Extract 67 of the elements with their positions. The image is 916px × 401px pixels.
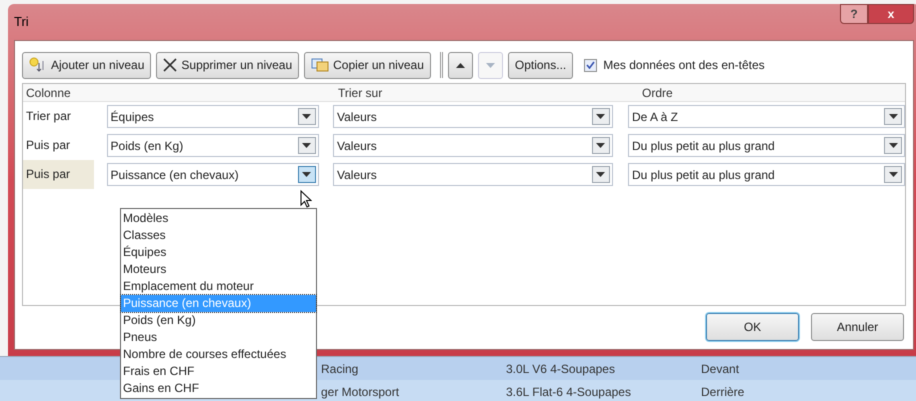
sheet-cell-text: 3.0L V6 4-Soupapes [506, 360, 616, 378]
dropdown-option[interactable]: Nombre de courses effectuées [121, 346, 316, 363]
dropdown-option[interactable]: Équipes [121, 244, 316, 261]
down-arrow-icon [888, 143, 898, 148]
dropdown-button[interactable] [592, 108, 610, 125]
close-button[interactable]: x [868, 4, 914, 24]
copy-icon [311, 58, 330, 72]
column-header: Colonne [25, 85, 72, 101]
order-combo[interactable]: De A à Z [628, 105, 906, 128]
dropdown-button[interactable] [298, 108, 316, 125]
sheet-cell-text: Racing [321, 360, 360, 378]
dropdown-button[interactable] [298, 166, 316, 183]
dropdown-button[interactable] [884, 108, 902, 125]
toolbar-button[interactable]: Options... [508, 52, 574, 78]
column-header: Trier sur [338, 85, 384, 101]
checkbox[interactable] [584, 58, 598, 72]
down-arrow-icon [486, 62, 495, 68]
toolbar-separator [440, 52, 443, 78]
dropdown-button[interactable] [592, 137, 610, 154]
window-title: Tri [14, 13, 29, 32]
down-arrow-icon [596, 143, 606, 148]
dropdown-option[interactable]: Moteurs [121, 261, 316, 278]
dropdown-button[interactable] [884, 166, 902, 183]
cancel-button[interactable]: Annuler [811, 313, 904, 341]
column-combo[interactable]: Équipes [106, 105, 319, 128]
dropdown-button[interactable] [298, 137, 316, 154]
up-arrow-icon [456, 62, 465, 68]
sheet-cell-text: Devant [701, 360, 740, 378]
row-label: Puis par [25, 137, 72, 154]
dropdown-option[interactable]: Gains en CHF [121, 380, 316, 397]
down-arrow-icon [888, 172, 898, 177]
dropdown-button[interactable] [592, 166, 610, 183]
down-arrow-icon [302, 114, 312, 119]
checkbox-label: Mes données ont des en-têtes [603, 57, 765, 74]
row-label: Trier par [25, 108, 72, 125]
sort-on-combo[interactable]: Valeurs [332, 134, 613, 157]
help-button[interactable]: ? [840, 4, 868, 24]
dropdown-option[interactable]: Poids (en Kg) [121, 312, 316, 329]
sort-on-combo[interactable]: Valeurs [332, 105, 613, 128]
sheet-cell-text: ger Motorsport [321, 384, 400, 400]
delete-icon [163, 58, 178, 72]
down-arrow-icon [596, 114, 606, 119]
dropdown-option[interactable]: Emplacement du moteur [121, 278, 316, 295]
order-combo[interactable]: Du plus petit au plus grand [628, 134, 906, 157]
toolbar-button[interactable]: Supprimer un niveau [156, 52, 300, 78]
column-combo[interactable]: Poids (en Kg) [106, 134, 319, 157]
row-label: Puis par [23, 160, 94, 189]
sort-on-combo[interactable]: Valeurs [332, 163, 613, 186]
column-header: Ordre [641, 85, 673, 101]
order-combo[interactable]: Du plus petit au plus grand [628, 163, 906, 186]
toolbar-button[interactable]: Copier un niveau [304, 52, 431, 78]
sheet-cell-text: 3.6L Flat-6 4-Soupapes [506, 384, 632, 400]
down-arrow-icon [302, 143, 312, 148]
dropdown-option[interactable]: Frais en CHF [121, 363, 316, 380]
dropdown-option[interactable]: Classes [121, 227, 316, 244]
checkmark-icon [586, 61, 596, 69]
column-combo[interactable]: Puissance (en chevaux) [106, 163, 319, 186]
toolbar-button[interactable]: Ajouter un niveau [22, 52, 152, 78]
down-arrow-icon [888, 114, 898, 119]
down-arrow-icon [596, 172, 606, 177]
down-arrow-icon [302, 172, 312, 177]
move-up-button[interactable] [448, 52, 473, 78]
ok-button[interactable]: OK [706, 313, 799, 341]
dropdown-button[interactable] [884, 137, 902, 154]
dropdown-option[interactable]: Modèles [121, 210, 316, 227]
dropdown-option[interactable]: Pneus [121, 329, 316, 346]
sheet-cell-text: Derrière [701, 384, 744, 400]
